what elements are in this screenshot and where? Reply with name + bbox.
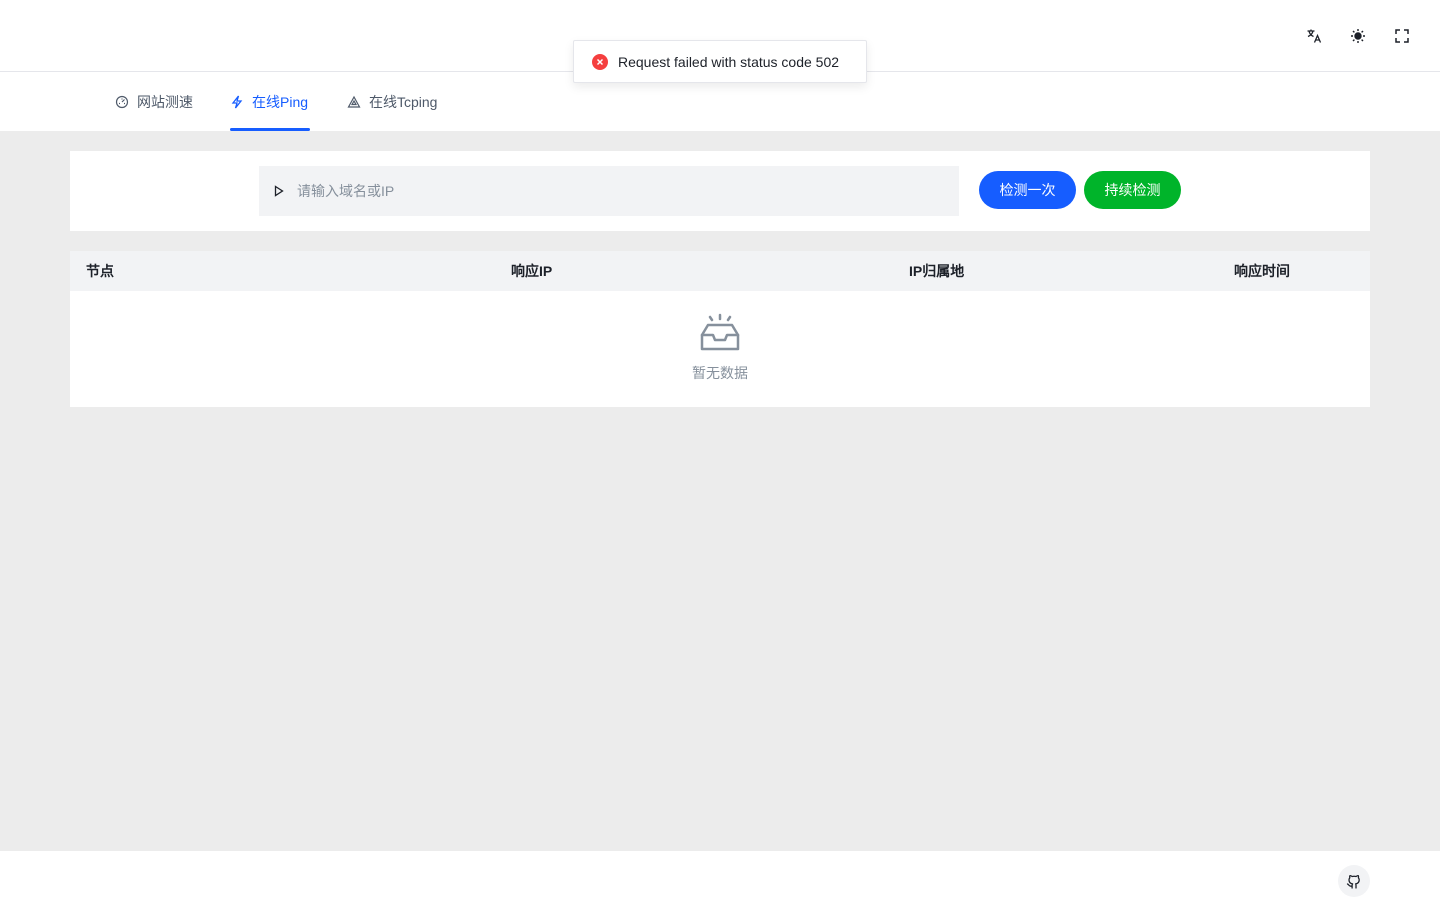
column-response-ip: 响应IP <box>511 263 553 279</box>
empty-text: 暂无数据 <box>692 365 748 381</box>
sun-icon[interactable] <box>1344 22 1372 50</box>
check-once-button[interactable]: 检测一次 <box>979 171 1076 209</box>
footer <box>0 851 1440 900</box>
translate-icon[interactable] <box>1300 22 1328 50</box>
triangle-icon <box>347 95 361 108</box>
column-response-time: 响应时间 <box>1234 263 1290 279</box>
column-node: 节点 <box>86 263 114 279</box>
search-box <box>259 166 959 216</box>
error-toast: Request failed with status code 502 <box>573 40 867 83</box>
continuous-check-button[interactable]: 持续检测 <box>1084 171 1181 209</box>
tab-website-speed[interactable]: 网站测速 <box>115 72 193 131</box>
results-table: 节点 响应IP IP归属地 响应时间 暂无数据 <box>70 251 1370 407</box>
fullscreen-icon[interactable] <box>1388 22 1416 50</box>
lightning-icon <box>231 95 243 108</box>
column-ip-location: IP归属地 <box>909 263 965 279</box>
tab-tcping[interactable]: 在线Tcping <box>347 72 437 131</box>
search-card: 检测一次 持续检测 <box>70 151 1370 231</box>
domain-input[interactable] <box>297 183 937 199</box>
table-header: 节点 响应IP IP归属地 响应时间 <box>70 251 1370 291</box>
top-icons <box>1300 22 1416 50</box>
speed-icon <box>115 95 129 108</box>
tab-ping[interactable]: 在线Ping <box>230 72 310 131</box>
empty-inbox-icon <box>700 313 740 351</box>
empty-state: 暂无数据 <box>70 291 1370 407</box>
github-icon[interactable] <box>1338 865 1370 897</box>
error-icon <box>592 53 608 70</box>
play-icon <box>274 185 284 197</box>
main-content: 检测一次 持续检测 节点 响应IP IP归属地 响应时间 暂无数据 <box>0 131 1440 851</box>
toast-message: Request failed with status code 502 <box>618 53 840 70</box>
